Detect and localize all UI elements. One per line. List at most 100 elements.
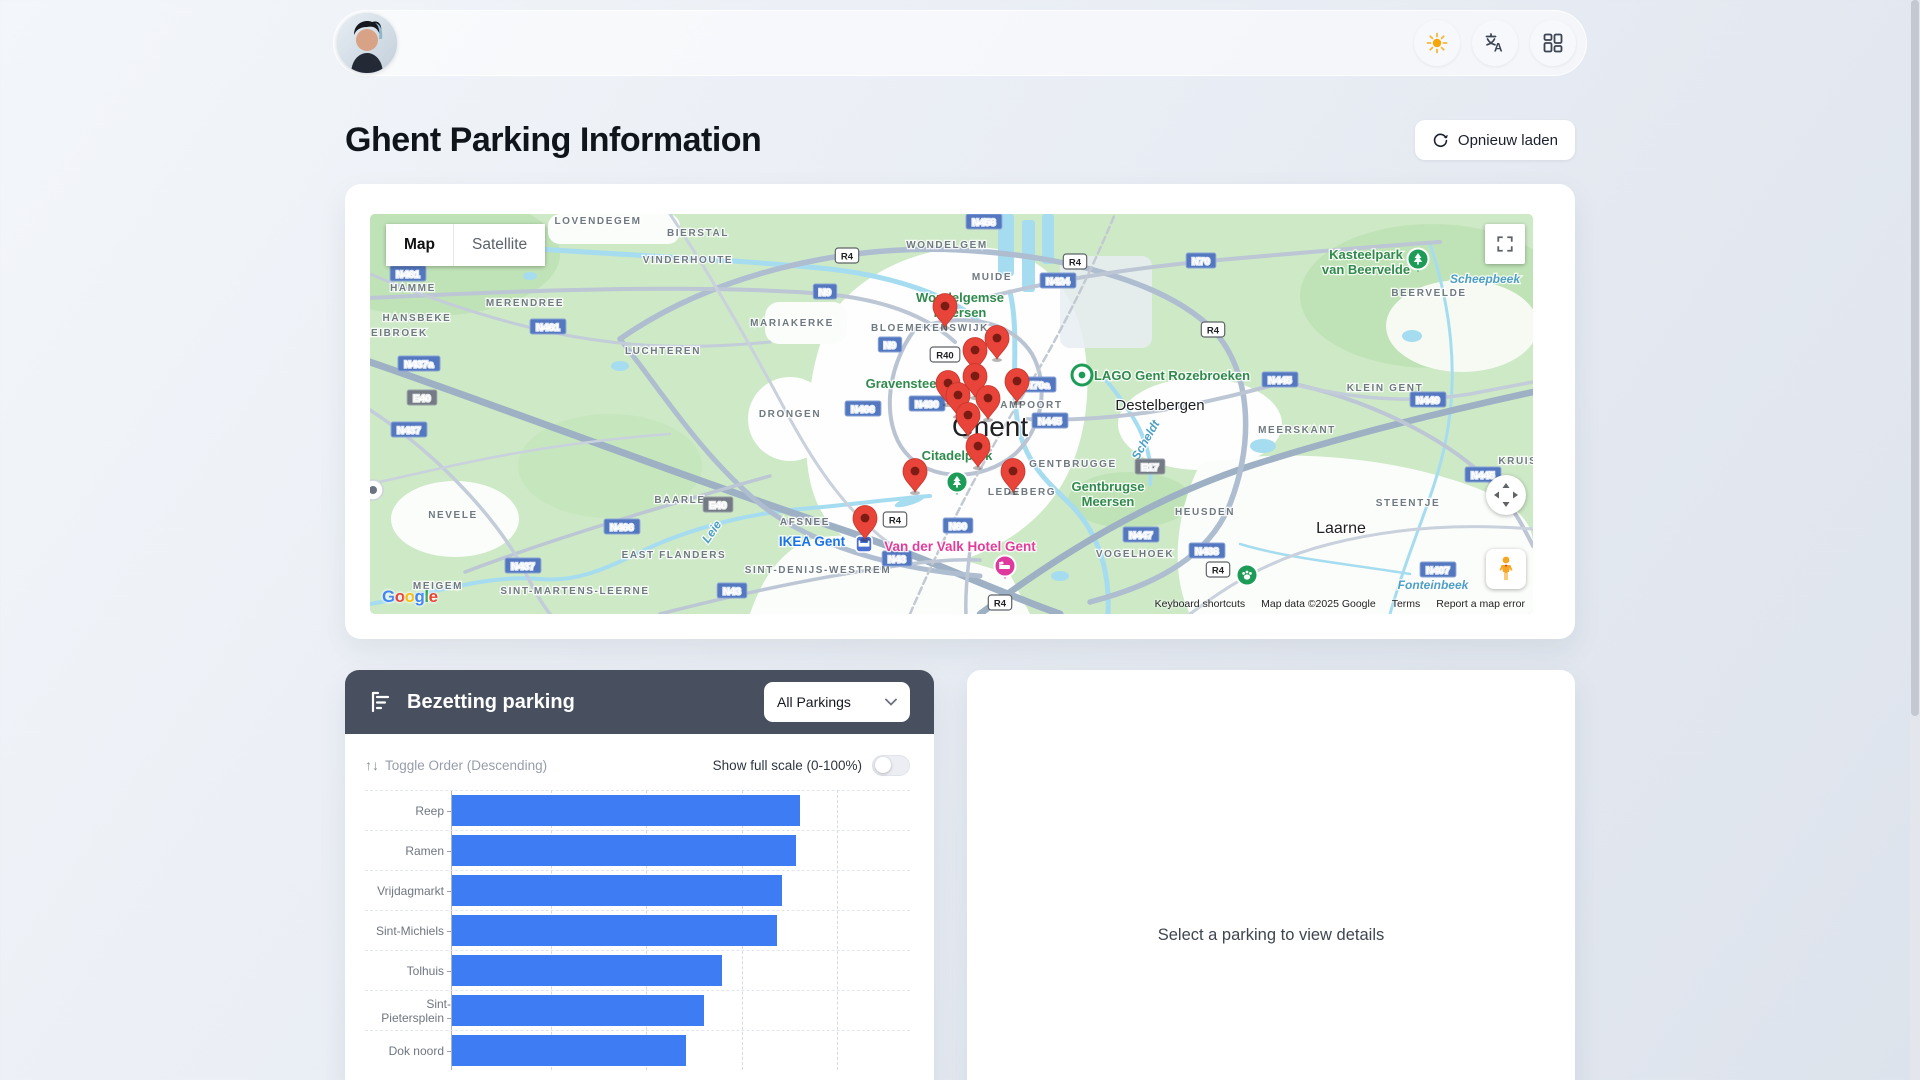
- details-placeholder-text: Select a parking to view details: [1158, 926, 1385, 945]
- pan-control[interactable]: [1486, 475, 1526, 515]
- full-scale-label: Show full scale (0-100%): [713, 758, 862, 773]
- road-badge: E40: [703, 497, 733, 512]
- road-badge: R40: [930, 347, 960, 362]
- map-town-label: LUCHTEREN: [625, 346, 701, 357]
- top-navigation-bar: A: [333, 10, 1587, 76]
- map-area-label: Gravensteen: [866, 376, 945, 391]
- topbar-actions: A: [1414, 20, 1576, 66]
- page-title: Ghent Parking Information: [345, 121, 761, 160]
- parking-filter-value: All Parkings: [777, 694, 851, 710]
- report-map-error-link[interactable]: Report a map error: [1436, 598, 1525, 610]
- svg-text:R4: R4: [889, 516, 902, 527]
- map-data-credit: Map data ©2025 Google: [1261, 598, 1376, 610]
- svg-text:N60: N60: [949, 522, 967, 533]
- map-town-label: STEENTJE: [1376, 498, 1440, 509]
- chart-bar[interactable]: [452, 795, 800, 826]
- dot-poi-icon[interactable]: [370, 480, 383, 500]
- road-badge: R4: [1206, 562, 1229, 577]
- map-water-label: Fonteinbeek: [1398, 578, 1470, 592]
- svg-text:N458: N458: [972, 218, 996, 229]
- svg-text:R40: R40: [936, 351, 953, 362]
- map-town-label: SINT-DENIJS-WESTREM: [745, 565, 892, 576]
- map-town-label: EAST FLANDERS: [622, 550, 727, 561]
- road-badge: N461: [530, 319, 566, 334]
- svg-text:E17: E17: [1141, 463, 1159, 474]
- road-badge: R4: [835, 248, 858, 263]
- chart-row: Ramen: [365, 830, 910, 870]
- svg-text:R4: R4: [841, 252, 854, 263]
- map-tab[interactable]: Map: [386, 224, 453, 266]
- pegman-streetview-button[interactable]: [1486, 549, 1526, 589]
- svg-text:N424: N424: [1046, 277, 1070, 288]
- map-town-label: REIBROEK: [370, 328, 428, 339]
- toggle-order-label: Toggle Order (Descending): [385, 758, 547, 773]
- svg-text:R4: R4: [1207, 326, 1220, 337]
- road-badge: N437: [505, 558, 541, 573]
- google-logo[interactable]: Google: [382, 587, 438, 607]
- svg-text:N449: N449: [1416, 396, 1440, 407]
- reload-button[interactable]: Opnieuw laden: [1415, 120, 1575, 160]
- chart-category-label: Sint-Michiels: [365, 924, 451, 938]
- translate-icon: A: [1484, 32, 1506, 54]
- road-badge: N449: [1410, 392, 1446, 407]
- svg-text:R4: R4: [1069, 258, 1082, 269]
- chart-card-header: Bezetting parking All Parkings: [345, 670, 934, 734]
- google-logo-letter: g: [415, 587, 425, 606]
- keyboard-shortcuts-link[interactable]: Keyboard shortcuts: [1155, 598, 1245, 610]
- chart-bar[interactable]: [452, 995, 704, 1026]
- map-town-label: GENTBRUGGE: [1029, 459, 1117, 470]
- dashboard-grid-icon: [1542, 32, 1564, 54]
- chart-category-label: Vrijdagmarkt: [365, 884, 451, 898]
- chart-bar[interactable]: [452, 875, 782, 906]
- terms-link[interactable]: Terms: [1392, 598, 1421, 610]
- map-town-label: HAMME: [390, 283, 436, 294]
- chart-bar[interactable]: [452, 955, 722, 986]
- theme-toggle-button[interactable]: [1414, 20, 1460, 66]
- map-poi-label: IKEA Gent: [779, 534, 846, 549]
- language-button[interactable]: A: [1472, 20, 1518, 66]
- road-badge: N407: [1420, 562, 1456, 577]
- road-badge: N461: [390, 266, 426, 281]
- parking-filter-select[interactable]: All Parkings: [764, 682, 910, 722]
- map-town-label: LOVENDEGEM: [554, 216, 641, 227]
- chart-category-label: Sint-Pietersplein: [365, 997, 451, 1025]
- page: A Ghent Parking Information: [333, 0, 1587, 1080]
- paw-poi-icon[interactable]: [1237, 565, 1258, 586]
- road-badge: N9: [878, 337, 901, 352]
- road-badge: N445: [1262, 372, 1298, 387]
- chart-bar[interactable]: [452, 835, 796, 866]
- full-scale-toggle[interactable]: [872, 755, 910, 776]
- chart-plot-area: [451, 951, 910, 990]
- google-logo-letter: e: [429, 587, 438, 606]
- fullscreen-button[interactable]: [1485, 224, 1525, 264]
- google-logo-letter: G: [382, 587, 395, 606]
- map-attribution: Keyboard shortcuts Map data ©2025 Google…: [1155, 598, 1525, 610]
- page-scrollbar-thumb[interactable]: [1911, 0, 1919, 716]
- toggle-order-button[interactable]: ↑↓ Toggle Order (Descending): [365, 757, 547, 773]
- map-town-label: AFSNEE: [780, 517, 830, 528]
- occupancy-chart-card: Bezetting parking All Parkings ↑↓ Toggle…: [345, 670, 934, 1080]
- satellite-tab[interactable]: Satellite: [453, 224, 545, 266]
- lago-poi-icon[interactable]: [1072, 365, 1092, 385]
- occupancy-bar-chart: ReepRamenVrijdagmarktSint-MichielsTolhui…: [365, 790, 910, 1070]
- chart-bar[interactable]: [452, 1035, 686, 1066]
- map-area-label: Wondelgemse: [916, 290, 1004, 305]
- google-map[interactable]: LeieScheldtScheepbeekFonteinbeek Wondelg…: [370, 214, 1533, 614]
- chart-category-label: Ramen: [365, 844, 451, 858]
- road-badge: R4: [988, 595, 1011, 610]
- chart-bar[interactable]: [452, 915, 777, 946]
- road-badge: N458: [966, 214, 1002, 229]
- avatar[interactable]: [337, 13, 397, 73]
- map-type-control: Map Satellite: [386, 224, 545, 266]
- map-town-label: SINT-MARTENS-LEERNE: [500, 586, 649, 597]
- svg-text:R4: R4: [994, 599, 1007, 610]
- page-scrollbar-track[interactable]: [1910, 0, 1920, 1080]
- apps-grid-button[interactable]: [1530, 20, 1576, 66]
- svg-text:N437a: N437a: [404, 360, 434, 371]
- svg-text:N407: N407: [1426, 566, 1450, 577]
- map-town-label: LEDEBERG: [988, 487, 1056, 498]
- map-town-label: VINDERHOUTE: [643, 255, 733, 266]
- road-badge: N466: [845, 401, 881, 416]
- svg-text:N438: N438: [1195, 547, 1219, 558]
- bottom-section: Bezetting parking All Parkings ↑↓ Toggle…: [345, 670, 1575, 1080]
